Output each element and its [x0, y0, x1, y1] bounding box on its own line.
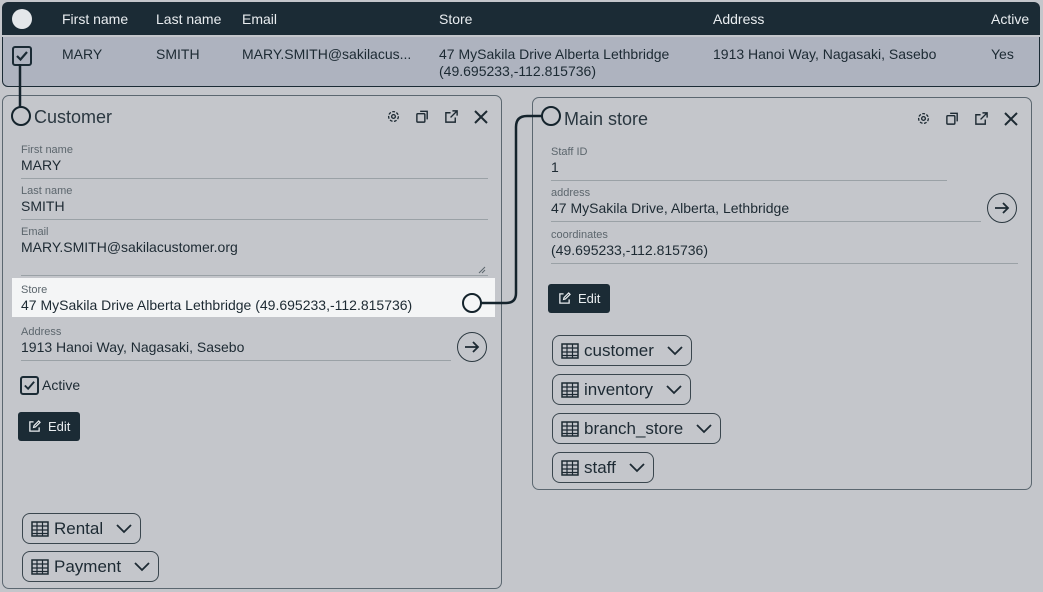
relation-staff-label: staff [584, 457, 616, 477]
address-field[interactable]: Address 1913 Hanoi Way, Nagasaki, Sasebo [21, 326, 451, 361]
customer-panel-actions [384, 107, 490, 126]
store-field[interactable]: Store 47 MySakila Drive Alberta Lethbrid… [21, 284, 471, 314]
cell-store-line1: 47 MySakila Drive Alberta Lethbridge [439, 46, 670, 62]
address-navigate-button[interactable] [457, 332, 487, 362]
last-name-field[interactable]: Last name SMITH [21, 185, 488, 220]
settings-icon[interactable] [914, 109, 933, 128]
relation-branch-store-dropdown[interactable]: branch_store [552, 413, 722, 444]
row-checkbox[interactable] [12, 46, 32, 66]
staff-id-value: 1 [551, 159, 559, 175]
relation-inventory-label: inventory [584, 379, 653, 399]
arrow-right-icon [995, 202, 1010, 214]
relation-branch-store-label: branch_store [584, 418, 684, 438]
edit-icon [559, 292, 571, 304]
cell-store: 47 MySakila Drive Alberta Lethbridge (49… [439, 46, 669, 80]
store-edit-label: Edit [578, 291, 601, 306]
cell-active: Yes [991, 46, 1014, 62]
cell-store-line2: (49.695233,-112.815736) [439, 63, 596, 79]
arrow-right-icon [465, 341, 480, 353]
store-label: Store [21, 284, 48, 296]
address-value: 1913 Hanoi Way, Nagasaki, Sasebo [21, 339, 245, 355]
chevron-down-icon [696, 423, 712, 434]
close-icon[interactable] [1001, 109, 1020, 128]
open-external-icon[interactable] [972, 109, 991, 128]
email-label: Email [21, 226, 49, 238]
store-edit-button[interactable]: Edit [548, 284, 611, 313]
chevron-down-icon [116, 523, 132, 534]
table-icon [561, 342, 579, 359]
active-checkbox[interactable] [20, 376, 39, 395]
coordinates-value: (49.695233,-112.815736) [551, 242, 708, 258]
edit-icon [29, 420, 41, 432]
relation-payment-label: Payment [54, 556, 122, 576]
chevron-down-icon [629, 462, 645, 473]
last-name-label: Last name [21, 185, 73, 197]
coordinates-label: coordinates [551, 229, 608, 241]
cell-last-name: SMITH [156, 46, 200, 62]
first-name-field[interactable]: First name MARY [21, 144, 488, 179]
checkmark-icon [16, 51, 28, 62]
store-address-navigate-button[interactable] [987, 193, 1017, 223]
staff-id-label: Staff ID [551, 146, 588, 158]
table-icon [561, 459, 579, 476]
table-header: First name Last name Email Store Address… [2, 2, 1040, 35]
address-label: Address [21, 326, 62, 338]
column-store[interactable]: Store [439, 11, 472, 27]
column-email[interactable]: Email [242, 11, 277, 27]
active-label: Active [42, 377, 81, 393]
relation-rental-label: Rental [54, 518, 104, 538]
staff-id-field[interactable]: Staff ID 1 [551, 146, 947, 181]
copy-icon[interactable] [943, 109, 962, 128]
chevron-down-icon [666, 384, 682, 395]
table-icon [31, 520, 49, 537]
checkmark-icon [24, 381, 35, 391]
cell-first-name: MARY [62, 46, 103, 62]
relation-payment-dropdown[interactable]: Payment [22, 551, 160, 582]
store-address-value: 47 MySakila Drive, Alberta, Lethbridge [551, 200, 790, 216]
column-address[interactable]: Address [713, 11, 764, 27]
email-field[interactable]: Email MARY.SMITH@sakilacustomer.org [21, 226, 488, 276]
close-icon[interactable] [471, 107, 490, 126]
column-active[interactable]: Active [991, 11, 1029, 27]
store-address-label: address [551, 187, 591, 199]
first-name-label: First name [21, 144, 73, 156]
customer-edit-button[interactable]: Edit [18, 412, 81, 441]
table-icon [561, 420, 579, 437]
relation-inventory-dropdown[interactable]: inventory [552, 374, 691, 405]
table-icon [561, 381, 579, 398]
column-first-name[interactable]: First name [62, 11, 128, 27]
settings-icon[interactable] [384, 107, 403, 126]
copy-icon[interactable] [413, 107, 432, 126]
first-name-value: MARY [21, 157, 62, 173]
coordinates-field[interactable]: coordinates (49.695233,-112.815736) [551, 229, 1018, 264]
chevron-down-icon [667, 345, 683, 356]
cell-email: MARY.SMITH@sakilacus... [242, 46, 412, 62]
select-all-radio[interactable] [12, 9, 32, 29]
chevron-down-icon [134, 561, 150, 572]
open-external-icon[interactable] [442, 107, 461, 126]
resize-handle-icon[interactable] [478, 266, 486, 274]
relation-customer-dropdown[interactable]: customer [552, 335, 692, 366]
last-name-value: SMITH [21, 198, 65, 214]
main-store-link-node[interactable] [541, 106, 561, 126]
cell-address: 1913 Hanoi Way, Nagasaki, Sasebo [713, 46, 937, 62]
customer-panel-title: Customer [34, 107, 113, 127]
email-value: MARY.SMITH@sakilacustomer.org [21, 239, 238, 255]
relation-customer-label: customer [584, 340, 654, 360]
store-address-field[interactable]: address 47 MySakila Drive, Alberta, Leth… [551, 187, 981, 222]
main-store-panel-actions [914, 109, 1020, 128]
customer-edit-label: Edit [48, 419, 71, 434]
table-icon [31, 558, 49, 575]
relation-staff-dropdown[interactable]: staff [552, 452, 654, 483]
store-value: 47 MySakila Drive Alberta Lethbridge (49… [21, 297, 413, 313]
relation-rental-dropdown[interactable]: Rental [22, 513, 142, 544]
main-store-panel-title: Main store [564, 109, 649, 129]
table-row[interactable]: MARY SMITH MARY.SMITH@sakilacus... 47 My… [2, 37, 1040, 87]
column-last-name[interactable]: Last name [156, 11, 221, 27]
customer-link-node[interactable] [11, 106, 31, 126]
store-link-node[interactable] [462, 293, 482, 313]
